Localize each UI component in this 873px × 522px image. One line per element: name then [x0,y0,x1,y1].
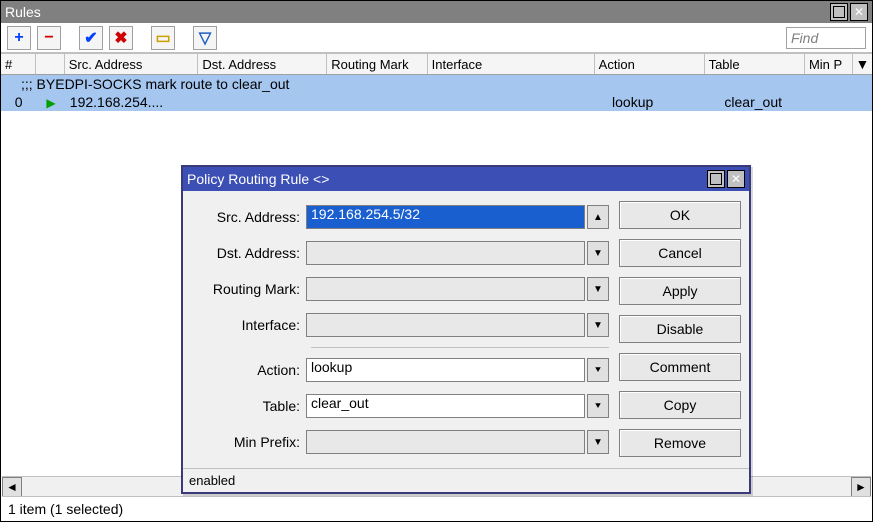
filter-icon[interactable]: ▽ [193,26,217,50]
col-action[interactable]: Action [595,54,705,74]
col-num[interactable]: # [1,54,36,74]
col-dst[interactable]: Dst. Address [198,54,327,74]
comment-button[interactable]: ▭ [151,26,175,50]
titlebar[interactable]: Rules [1,1,872,23]
statusbar: 1 item (1 selected) [2,496,871,520]
ok-button[interactable]: OK [619,201,741,229]
remove-button[interactable]: Remove [619,429,741,457]
dst-expand-icon[interactable]: ▼ [587,241,609,265]
scroll-right-icon[interactable]: ► [851,477,871,497]
cell-action: lookup [608,94,720,110]
dialog-status: enabled [183,468,749,492]
col-src[interactable]: Src. Address [65,54,199,74]
table-label: Table: [191,398,306,414]
src-label: Src. Address: [191,209,306,225]
mark-label: Routing Mark: [191,281,306,297]
close-icon[interactable] [850,3,868,21]
disable-button[interactable]: ✖ [109,26,133,50]
table-dropdown-icon[interactable]: ⯆ [587,394,609,418]
dst-input[interactable] [306,241,585,265]
comment-text: ;;; BYEDPI-SOCKS mark route to clear_out [1,76,293,92]
find-input[interactable]: Find [786,27,866,49]
col-flag[interactable] [36,54,65,74]
dialog-title: Policy Routing Rule <> [187,171,329,187]
col-iface[interactable]: Interface [428,54,595,74]
columns-menu-icon[interactable]: ▼ [853,54,872,74]
apply-button[interactable]: Apply [619,277,741,305]
min-input[interactable] [306,430,585,454]
scroll-left-icon[interactable]: ◄ [2,477,22,497]
col-mark[interactable]: Routing Mark [327,54,427,74]
mark-input[interactable] [306,277,585,301]
iface-input[interactable] [306,313,585,337]
action-label: Action: [191,362,306,378]
cell-num: 0 [1,94,36,110]
action-input[interactable]: lookup [306,358,585,382]
col-table[interactable]: Table [705,54,805,74]
table-row[interactable]: 0 ▶ 192.168.254.... lookup clear_out [1,93,872,111]
add-button[interactable]: + [7,26,31,50]
min-expand-icon[interactable]: ▼ [587,430,609,454]
toolbar: + − ✔ ✖ ▭ ▽ Find [1,23,872,53]
iface-expand-icon[interactable]: ▼ [587,313,609,337]
policy-rule-dialog: Policy Routing Rule <> Src. Address: 192… [181,165,751,494]
active-icon: ▶ [46,96,55,110]
iface-label: Interface: [191,317,306,333]
status-text: 1 item (1 selected) [8,501,123,517]
comment-row[interactable]: ;;; BYEDPI-SOCKS mark route to clear_out [1,75,872,93]
maximize-icon[interactable] [830,3,848,21]
disable-button[interactable]: Disable [619,315,741,343]
src-collapse-icon[interactable]: ▲ [587,205,609,229]
cell-table: clear_out [720,94,823,110]
cell-src: 192.168.254.... [66,94,203,110]
min-label: Min Prefix: [191,434,306,450]
window-title: Rules [5,4,41,20]
col-min[interactable]: Min P [805,54,853,74]
remove-button[interactable]: − [37,26,61,50]
table-input[interactable]: clear_out [306,394,585,418]
cancel-button[interactable]: Cancel [619,239,741,267]
table-header: # Src. Address Dst. Address Routing Mark… [1,53,872,75]
src-input[interactable]: 192.168.254.5/32 [306,205,585,229]
action-dropdown-icon[interactable]: ⯆ [587,358,609,382]
dst-label: Dst. Address: [191,245,306,261]
copy-button[interactable]: Copy [619,391,741,419]
dialog-close-icon[interactable] [727,170,745,188]
mark-expand-icon[interactable]: ▼ [587,277,609,301]
comment-button[interactable]: Comment [619,353,741,381]
dialog-titlebar[interactable]: Policy Routing Rule <> [183,167,749,191]
dialog-maximize-icon[interactable] [707,170,725,188]
enable-button[interactable]: ✔ [79,26,103,50]
